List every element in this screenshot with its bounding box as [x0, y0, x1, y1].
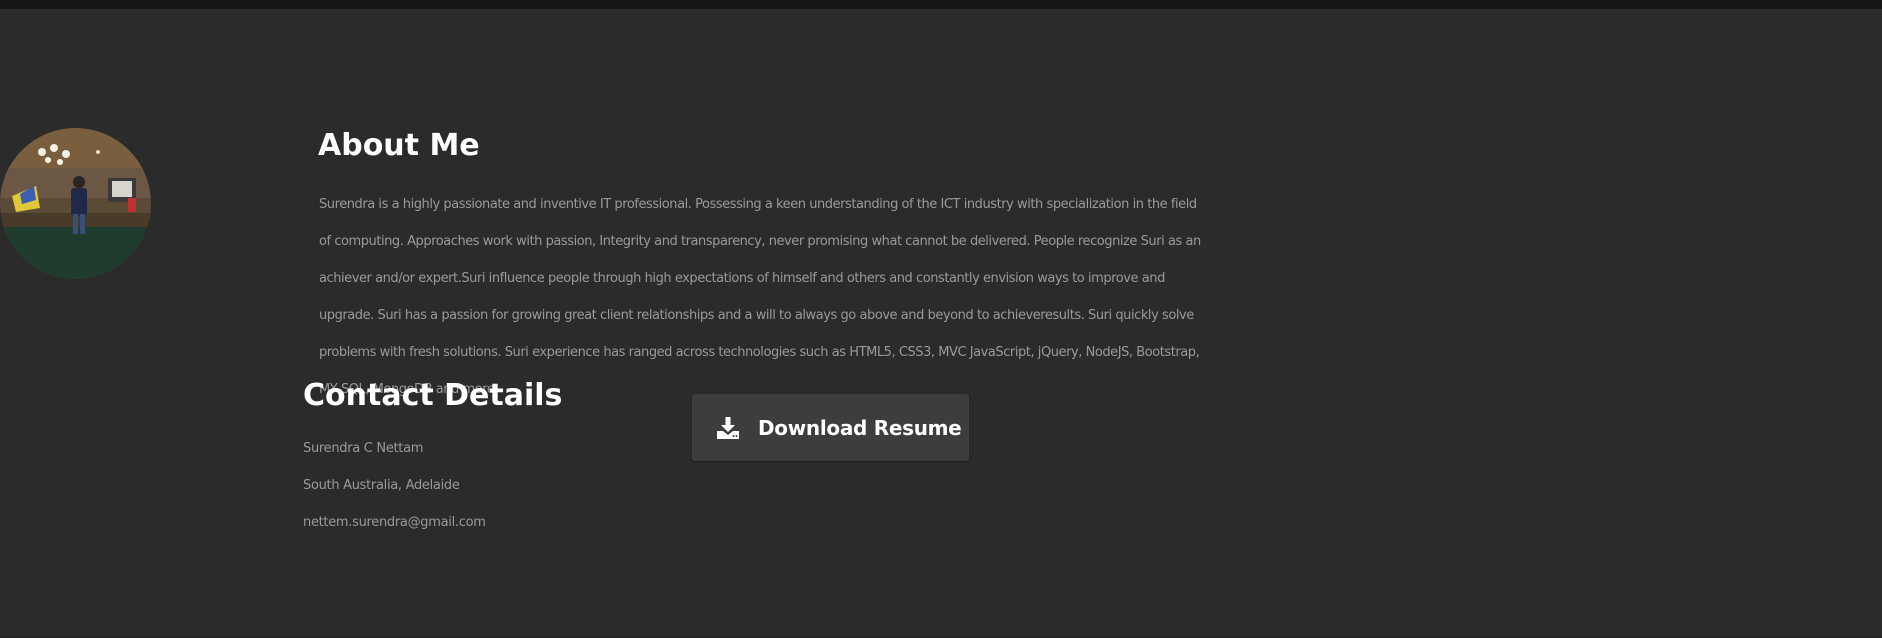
download-resume-label: Download Resume — [758, 415, 962, 440]
profile-photo-image — [0, 128, 151, 279]
contact-name: Surendra C Nettam — [303, 441, 424, 456]
top-bar — [0, 0, 1882, 9]
contact-location: South Australia, Adelaide — [303, 478, 460, 493]
download-resume-button[interactable]: Download Resume — [692, 394, 969, 461]
contact-email[interactable]: nettem.surendra@gmail.com — [303, 513, 486, 533]
about-heading: About Me — [318, 128, 480, 163]
download-icon — [716, 416, 740, 440]
about-description: Surendra is a highly passionate and inve… — [319, 197, 1201, 397]
contact-heading: Contact Details — [303, 378, 563, 413]
profile-photo — [0, 128, 151, 279]
